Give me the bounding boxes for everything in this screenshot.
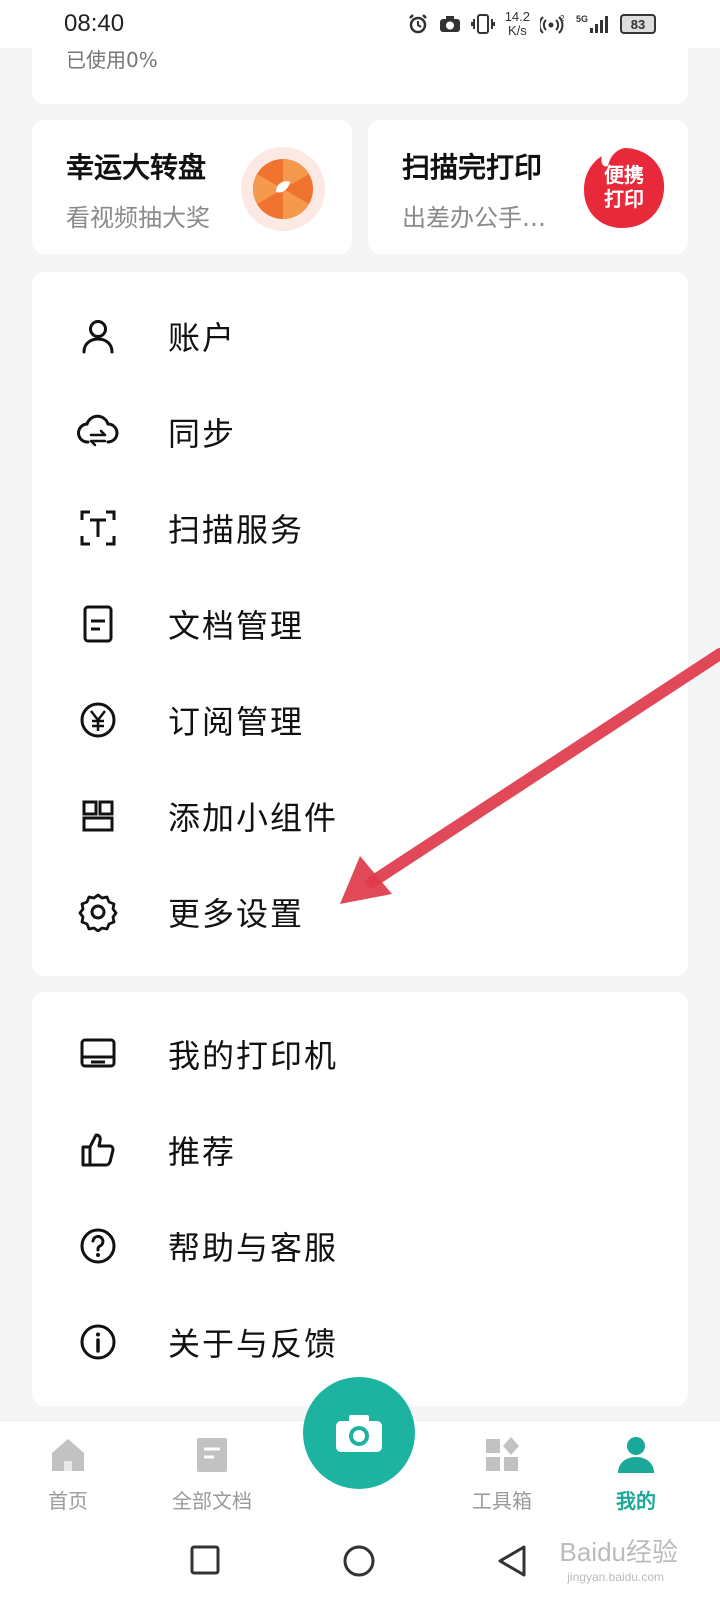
- menu-item-more-settings[interactable]: 更多设置: [32, 872, 688, 952]
- status-icons: 14.2 K/s 2 5G 83: [407, 10, 656, 38]
- menu-label: 推荐: [168, 1133, 237, 1171]
- profile-icon: [618, 1437, 654, 1473]
- gear-icon: [76, 890, 120, 934]
- help-icon: [76, 1224, 120, 1268]
- menu-item-add-widget[interactable]: 添加小组件: [32, 776, 688, 856]
- menu-label: 文档管理: [168, 607, 305, 645]
- alarm-icon: [408, 14, 427, 34]
- vibrate-icon: [470, 14, 495, 34]
- portable-print-badge: 便携 打印: [584, 148, 665, 228]
- watermark: Baidu经验: [559, 1537, 679, 1567]
- menu-item-my-printer[interactable]: 我的打印机: [32, 1014, 688, 1094]
- menu-label: 扫描服务: [168, 511, 305, 549]
- menu-label: 我的打印机: [168, 1037, 339, 1075]
- tab-label: 首页: [48, 1489, 88, 1513]
- menu-label: 账户: [168, 319, 237, 357]
- badge-line-1: 便携: [604, 163, 644, 187]
- menu-label: 添加小组件: [168, 799, 339, 837]
- hotspot-sub: 2: [560, 14, 565, 23]
- cloud-sync-icon: [76, 410, 120, 454]
- speed-value: 14.2: [504, 9, 530, 24]
- network-speed: 14.2 K/s: [505, 10, 530, 38]
- tab-label: 我的: [616, 1489, 656, 1513]
- recent-apps-button[interactable]: [189, 1544, 221, 1576]
- menu-item-account[interactable]: 账户: [32, 296, 688, 376]
- person-icon: [76, 314, 120, 358]
- menu-label: 订阅管理: [168, 703, 305, 741]
- menu-item-document-management[interactable]: 文档管理: [32, 584, 688, 664]
- back-button[interactable]: [496, 1544, 528, 1578]
- hotspot-icon: 2: [540, 14, 565, 34]
- menu-item-scan-service[interactable]: 扫描服务: [32, 488, 688, 568]
- info-icon: [76, 1320, 120, 1364]
- promo-lucky-wheel[interactable]: 幸运大转盘 看视频抽大奖: [32, 120, 352, 254]
- tab-toolbox[interactable]: 工具箱: [472, 1435, 532, 1514]
- promo-scan-print[interactable]: 扫描完打印 出差办公手… 便携 打印: [368, 120, 688, 254]
- promo-title: 幸运大转盘: [66, 151, 207, 184]
- document-icon: [76, 602, 120, 646]
- menu-label: 帮助与客服: [168, 1229, 339, 1267]
- battery-indicator: 83: [620, 14, 656, 34]
- camera-status-icon: [439, 16, 460, 32]
- storage-usage: 已使用0%: [66, 48, 158, 72]
- tab-label: 工具箱: [472, 1489, 532, 1513]
- menu-item-recommend[interactable]: 推荐: [32, 1110, 688, 1190]
- documents-icon: [197, 1438, 227, 1472]
- printer-icon: [76, 1032, 120, 1076]
- storage-card[interactable]: 已使用0%: [32, 36, 688, 104]
- widget-icon: [76, 794, 120, 838]
- status-time: 08:40: [64, 10, 125, 37]
- network-type: 5G: [576, 14, 588, 24]
- menu-item-help[interactable]: 帮助与客服: [32, 1206, 688, 1286]
- thumbs-up-icon: [76, 1128, 120, 1172]
- camera-button[interactable]: [303, 1377, 415, 1489]
- promo-title: 扫描完打印: [402, 151, 543, 184]
- menu-label: 更多设置: [168, 895, 305, 933]
- home-button[interactable]: [342, 1544, 376, 1578]
- home-icon: [52, 1439, 84, 1471]
- badge-line-2: 打印: [604, 187, 644, 211]
- yen-icon: [76, 698, 120, 742]
- toolbox-icon: [486, 1437, 519, 1471]
- lucky-wheel-icon: [241, 147, 325, 231]
- tab-label: 全部文档: [172, 1489, 252, 1513]
- text-scan-icon: [76, 506, 120, 550]
- menu-label: 同步: [168, 415, 237, 453]
- tab-mine[interactable]: 我的: [616, 1435, 656, 1514]
- menu-label: 关于与反馈: [168, 1325, 339, 1363]
- signal-icon: 5G: [576, 14, 608, 33]
- promo-subtitle: 看视频抽大奖: [66, 204, 210, 232]
- menu-item-sync[interactable]: 同步: [32, 392, 688, 472]
- menu-item-about[interactable]: 关于与反馈: [32, 1302, 688, 1382]
- watermark-domain: jingyan.baidu.com: [567, 1570, 664, 1584]
- tab-home[interactable]: 首页: [48, 1435, 88, 1514]
- menu-card-secondary: 我的打印机 推荐 帮助与客服 关于与反馈: [32, 992, 688, 1406]
- menu-item-subscription[interactable]: 订阅管理: [32, 680, 688, 760]
- promo-subtitle: 出差办公手…: [402, 204, 546, 232]
- camera-icon: [336, 1415, 382, 1452]
- tab-all-documents[interactable]: 全部文档: [172, 1435, 252, 1514]
- menu-card-main: 账户 同步 扫描服务 文档管理 订阅管理 添加小组件 更多设置: [32, 272, 688, 976]
